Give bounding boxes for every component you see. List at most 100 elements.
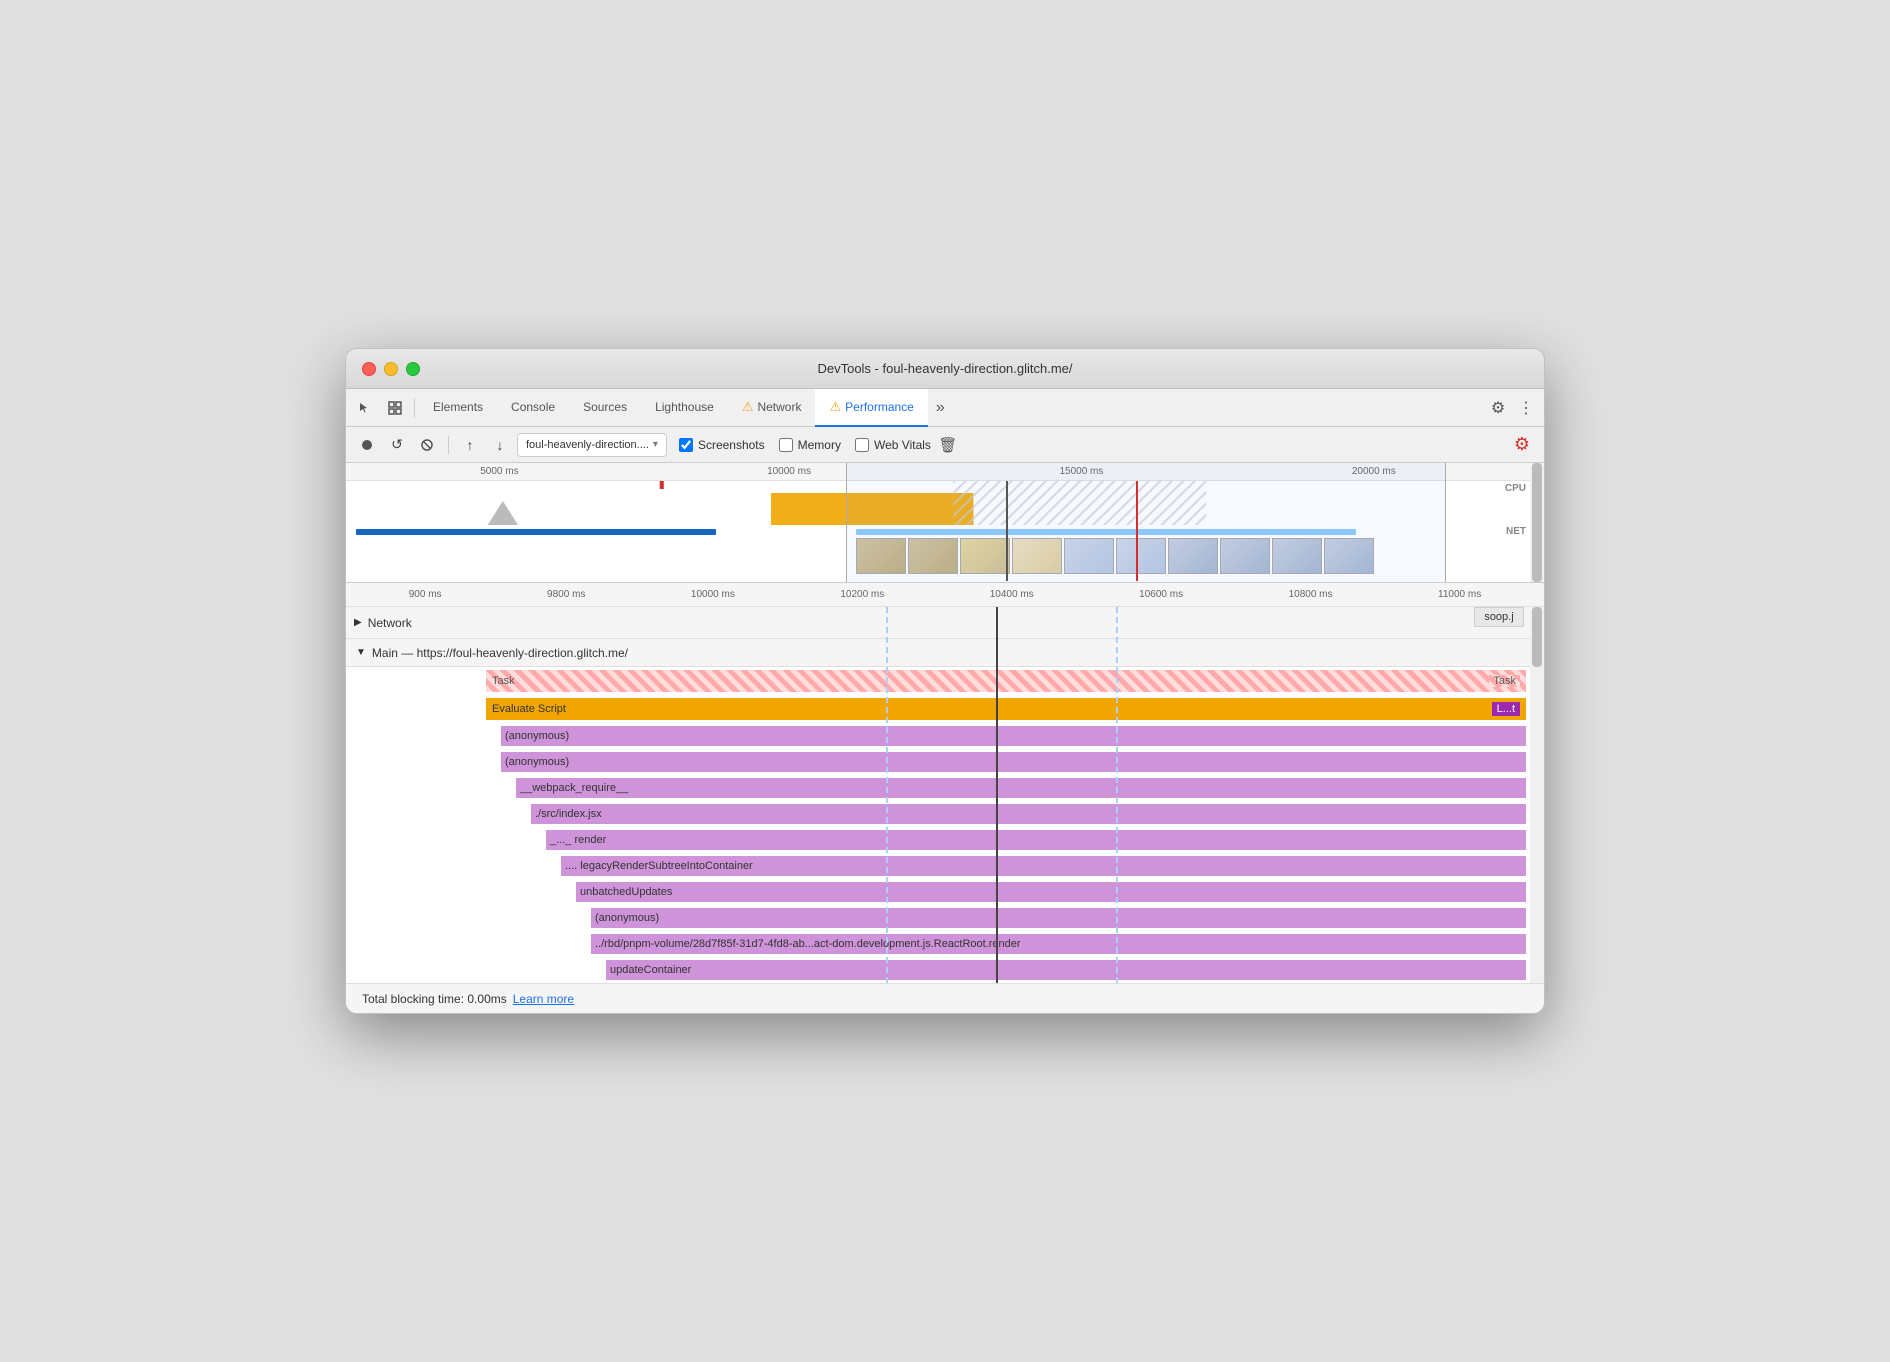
flame-row-evaluate[interactable]: Evaluate Script L...t [346, 695, 1544, 723]
updatecontainer-bar: updateContainer [606, 960, 1526, 980]
evaluate-bar: Evaluate Script L...t [486, 698, 1526, 720]
minimize-button[interactable] [384, 362, 398, 376]
close-button[interactable] [362, 362, 376, 376]
zoom-mark-0: 900 ms [409, 589, 442, 600]
zoom-mark-4: 10400 ms [990, 589, 1034, 600]
flame-row-task[interactable]: Task Task [346, 667, 1544, 695]
settings-alert-icon[interactable]: ⚙ [1508, 431, 1536, 459]
overview-timeline[interactable]: 5000 ms 10000 ms 15000 ms 20000 ms CPU N… [346, 463, 1544, 583]
zoom-ruler: 900 ms 9800 ms 10000 ms 10200 ms 10400 m… [346, 583, 1544, 607]
reactroot-label: ../rbd/pnpm-volume/28d7f85f-31d7-4fd8-ab… [595, 938, 1021, 950]
flame-row-render[interactable]: _..._ render [346, 827, 1544, 853]
record-button[interactable] [354, 432, 380, 458]
flame-row-legacy[interactable]: .... legacyRenderSubtreeIntoContainer [346, 853, 1544, 879]
reactroot-bar: ../rbd/pnpm-volume/28d7f85f-31d7-4fd8-ab… [591, 934, 1526, 954]
tab-network[interactable]: ⚠ Network [728, 389, 816, 427]
flame-row-anon-3[interactable]: (anonymous) [346, 905, 1544, 931]
main-section-header: ▼ Main — https://foul-heavenly-direction… [346, 639, 1544, 667]
flame-scrollbar[interactable] [1530, 607, 1544, 983]
tab-console[interactable]: Console [497, 389, 569, 427]
anon-label-2: (anonymous) [505, 756, 569, 768]
tab-elements[interactable]: Elements [419, 389, 497, 427]
url-select[interactable]: foul-heavenly-direction.... ▾ [517, 433, 667, 457]
toolbar-separator-1 [448, 436, 449, 454]
dashed-line-2 [1116, 607, 1118, 983]
flame-scrollbar-thumb[interactable] [1532, 607, 1542, 667]
memory-checkbox[interactable] [779, 438, 793, 452]
unbatched-label: unbatchedUpdates [580, 886, 672, 898]
net-label: NET [1506, 526, 1526, 537]
trash-icon[interactable]: 🗑 [935, 432, 961, 458]
zoom-mark-5: 10600 ms [1139, 589, 1183, 600]
more-options-icon[interactable]: ⋮ [1512, 394, 1540, 422]
traffic-lights [362, 362, 420, 376]
toolbar: ↺ ↑ ↓ foul-heavenly-direction.... ▾ Scre… [346, 427, 1544, 463]
more-tabs-button[interactable]: » [928, 389, 953, 427]
cursor-icon[interactable] [350, 393, 380, 423]
flame-row-anon-2[interactable]: (anonymous) [346, 749, 1544, 775]
network-warning-icon: ⚠ [742, 399, 754, 415]
flame-row-updatecontainer[interactable]: updateContainer [346, 957, 1544, 983]
zoom-mark-7: 11000 ms [1438, 589, 1481, 600]
status-bar: Total blocking time: 0.00ms Learn more [346, 983, 1544, 1013]
memory-checkbox-label[interactable]: Memory [779, 438, 841, 452]
anon-bar-3: (anonymous) [591, 908, 1526, 928]
zoom-mark-1: 9800 ms [547, 589, 585, 600]
render-bar: _..._ render [546, 830, 1526, 850]
scrollbar-v[interactable] [1530, 463, 1544, 582]
tab-lighthouse[interactable]: Lighthouse [641, 389, 728, 427]
reload-button[interactable]: ↺ [384, 432, 410, 458]
expand-triangle-main[interactable]: ▼ [356, 647, 366, 658]
learn-more-link[interactable]: Learn more [513, 992, 574, 1006]
dashed-line-1 [886, 607, 888, 983]
settings-icon[interactable]: ⚙ [1484, 394, 1512, 422]
task-bar: Task Task [486, 670, 1526, 692]
maximize-button[interactable] [406, 362, 420, 376]
performance-warning-icon: ⚠ [829, 399, 841, 415]
cpu-label: CPU [1505, 483, 1526, 494]
scrollbar-thumb[interactable] [1532, 463, 1542, 582]
window-title: DevTools - foul-heavenly-direction.glitc… [817, 361, 1072, 376]
marker-line-red [1136, 481, 1138, 581]
flame-row-unbatched[interactable]: unbatchedUpdates [346, 879, 1544, 905]
network-section-header[interactable]: ▶ Network soop.j [346, 607, 1544, 639]
unbatched-bar: unbatchedUpdates [576, 882, 1526, 902]
flame-chart: ▶ Network soop.j ▼ Main — https://foul-h… [346, 607, 1544, 983]
tab-separator [414, 398, 415, 418]
index-label: ./src/index.jsx [535, 808, 602, 820]
clear-button[interactable] [414, 432, 440, 458]
flame-row-anon-1[interactable]: (anonymous) [346, 723, 1544, 749]
web-vitals-checkbox[interactable] [855, 438, 869, 452]
web-vitals-checkbox-label[interactable]: Web Vitals [855, 438, 931, 452]
screenshots-checkbox[interactable] [679, 438, 693, 452]
flame-row-index[interactable]: ./src/index.jsx [346, 801, 1544, 827]
total-blocking-time: Total blocking time: 0.00ms [362, 992, 507, 1006]
inspect-icon[interactable] [380, 393, 410, 423]
flame-row-webpack[interactable]: __webpack_require__ [346, 775, 1544, 801]
render-label: _..._ render [550, 834, 606, 846]
updatecontainer-label: updateContainer [610, 964, 691, 976]
selected-region [846, 463, 1446, 582]
checkbox-group: Screenshots Memory Web Vitals [679, 438, 931, 452]
devtools-body: Elements Console Sources Lighthouse ⚠ Ne… [346, 389, 1544, 1013]
download-button[interactable]: ↓ [487, 432, 513, 458]
main-section-title: Main — https://foul-heavenly-direction.g… [372, 646, 628, 660]
evaluate-right-label: L...t [1492, 702, 1520, 716]
chevron-down-icon: ▾ [653, 439, 658, 450]
anon-bar-1: (anonymous) [501, 726, 1526, 746]
flame-row-reactroot[interactable]: ../rbd/pnpm-volume/28d7f85f-31d7-4fd8-ab… [346, 931, 1544, 957]
title-bar: DevTools - foul-heavenly-direction.glitc… [346, 349, 1544, 389]
time-mark-2: 10000 ms [767, 466, 811, 477]
index-bar: ./src/index.jsx [531, 804, 1526, 824]
time-mark-1: 5000 ms [480, 466, 518, 477]
legacy-bar: .... legacyRenderSubtreeIntoContainer [561, 856, 1526, 876]
webpack-label: __webpack_require__ [520, 782, 628, 794]
evaluate-label: Evaluate Script [492, 703, 566, 715]
devtools-window: DevTools - foul-heavenly-direction.glitc… [345, 348, 1545, 1014]
upload-button[interactable]: ↑ [457, 432, 483, 458]
tab-sources[interactable]: Sources [569, 389, 641, 427]
task-label-left: Task [492, 675, 515, 687]
expand-triangle[interactable]: ▶ [354, 617, 362, 628]
screenshots-checkbox-label[interactable]: Screenshots [679, 438, 765, 452]
tab-performance[interactable]: ⚠ Performance [815, 389, 927, 427]
